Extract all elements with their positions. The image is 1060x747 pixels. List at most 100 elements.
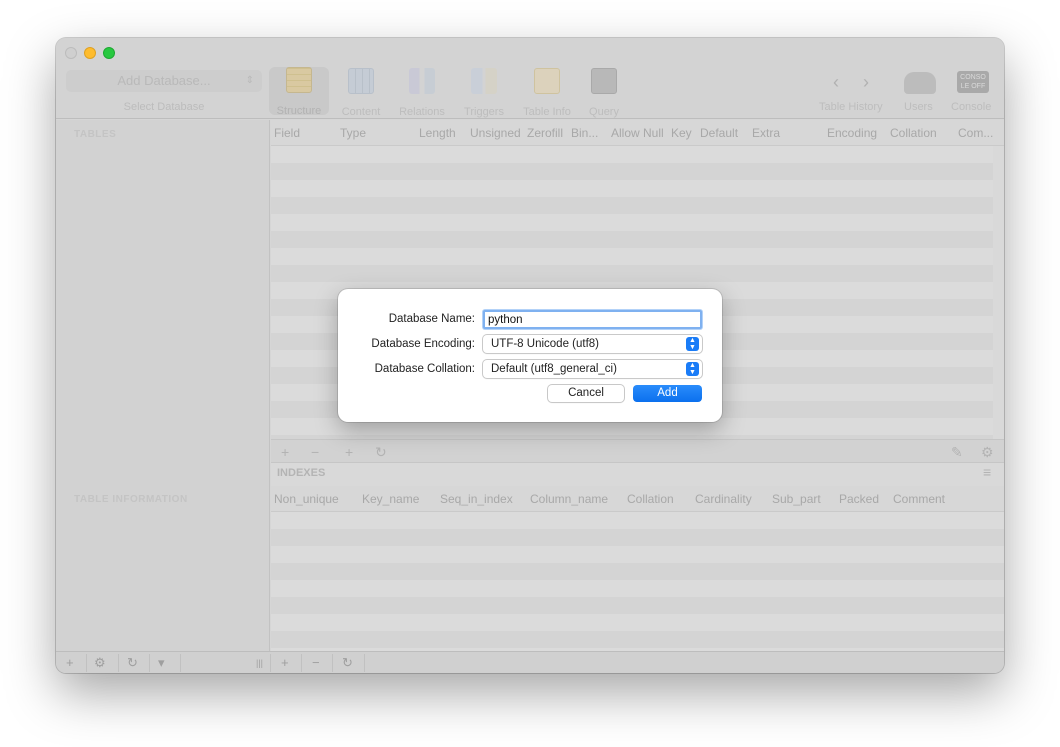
users-icon[interactable] (904, 72, 936, 94)
column-header[interactable]: Unsigned (470, 126, 521, 140)
zoom-window-button[interactable] (103, 47, 115, 59)
divider (301, 654, 302, 672)
pencil-icon[interactable]: ✎ (951, 444, 963, 461)
database-encoding-select[interactable]: UTF-8 Unicode (utf8) ▲ ▼ (483, 335, 702, 353)
column-header[interactable]: Type (340, 126, 366, 140)
toolbar: Add Database... ⇕ Select Database Struct… (56, 38, 1004, 119)
divider (364, 654, 365, 672)
database-name-input[interactable] (483, 310, 702, 329)
structure-icon (286, 67, 312, 93)
toolbar-table-info-label: Table Info (523, 106, 571, 118)
column-header[interactable]: Com... (958, 126, 993, 140)
column-header[interactable]: Extra (752, 126, 780, 140)
toolbar-table-info-button[interactable]: Table Info (517, 68, 577, 118)
database-select[interactable]: Add Database... ⇕ (66, 70, 262, 92)
cancel-button[interactable]: Cancel (548, 385, 624, 402)
index-column-header[interactable]: Comment (893, 492, 945, 506)
column-header[interactable]: Bin... (571, 126, 598, 140)
toolbar-query-label: Query (589, 106, 619, 118)
indexes-header: INDEXES (277, 467, 326, 479)
index-column-header[interactable]: Cardinality (695, 492, 752, 506)
structure-grid-footer: + − + ↻ ✎ ⚙ (271, 439, 1004, 463)
index-column-header[interactable]: Column_name (530, 492, 608, 506)
table-history-label: Table History (819, 101, 883, 113)
index-column-header[interactable]: Non_unique (274, 492, 339, 506)
toolbar-triggers-button[interactable]: Triggers (454, 68, 514, 118)
relations-icon (409, 68, 435, 94)
toolbar-content-label: Content (341, 106, 381, 118)
divider (86, 654, 87, 672)
history-forward-button[interactable]: › (863, 72, 869, 93)
index-column-header[interactable]: Seq_in_index (440, 492, 513, 506)
column-header[interactable]: Length (419, 126, 456, 140)
add-field-button[interactable]: + (281, 444, 289, 460)
database-select-caption: Select Database (123, 101, 205, 113)
divider (118, 654, 119, 672)
database-encoding-label: Database Encoding: (371, 338, 475, 350)
index-column-header[interactable]: Key_name (362, 492, 419, 506)
triggers-icon (471, 68, 497, 94)
index-column-header[interactable]: Packed (839, 492, 879, 506)
toolbar-content-button[interactable]: Content (331, 68, 391, 118)
database-collation-label: Database Collation: (374, 363, 475, 375)
toolbar-relations-label: Relations (399, 106, 445, 118)
database-encoding-value: UTF-8 Unicode (utf8) (491, 338, 600, 350)
column-header[interactable]: Key (671, 126, 692, 140)
console-label: Console (951, 101, 992, 113)
database-name-label: Database Name: (388, 313, 475, 325)
divider (180, 654, 181, 672)
chevron-updown-icon: ▲ ▼ (686, 337, 699, 351)
menu-icon[interactable]: ≡ (983, 464, 991, 480)
add-database-dialog: Database Name: Database Encoding: UTF-8 … (338, 289, 722, 422)
add-table-button[interactable]: + (66, 655, 74, 670)
column-header[interactable]: Field (274, 126, 300, 140)
split-handle-icon[interactable]: ||| (256, 658, 263, 668)
toolbar-relations-button[interactable]: Relations (392, 68, 452, 118)
query-icon (591, 68, 617, 94)
status-bar: + ⚙ ↻ ▾ ||| + − ↻ (56, 651, 1004, 673)
filter-icon[interactable]: ▾ (158, 655, 165, 671)
toolbar-structure-label: Structure (276, 105, 322, 117)
divider (270, 654, 271, 672)
chevron-updown-icon: ▲ ▼ (686, 362, 699, 376)
database-collation-value: Default (utf8_general_ci) (491, 363, 617, 375)
indexes-grid-rows[interactable] (271, 512, 1004, 651)
history-back-button[interactable]: ‹ (833, 72, 839, 93)
indexes-grid-header: Non_unique Key_name Seq_in_index Column_… (271, 486, 1004, 512)
database-select-value: Add Database... (117, 73, 211, 88)
updown-icon: ⇕ (245, 75, 254, 86)
column-header[interactable]: Zerofill (527, 126, 563, 140)
index-column-header[interactable]: Sub_part (772, 492, 821, 506)
column-header[interactable]: Allow Null (611, 126, 664, 140)
divider (149, 654, 150, 672)
sidebar: TABLES TABLE INFORMATION (56, 120, 270, 651)
console-icon[interactable]: CONSO LE OFF (957, 71, 989, 93)
refresh-icon[interactable]: ↻ (375, 444, 387, 461)
remove-field-button[interactable]: − (311, 444, 319, 460)
table-info-icon (534, 68, 560, 94)
structure-grid-header: Field Type Length Unsigned Zerofill Bin.… (271, 120, 1004, 146)
gear-icon[interactable]: ⚙ (94, 655, 106, 671)
remove-index-button[interactable]: − (312, 655, 320, 670)
divider (332, 654, 333, 672)
add-index-button[interactable]: + (281, 655, 289, 670)
tables-header: TABLES (74, 129, 117, 140)
column-header[interactable]: Encoding (827, 126, 877, 140)
toolbar-query-button[interactable]: Query (574, 68, 634, 118)
refresh-icon[interactable]: ↻ (342, 655, 353, 671)
toolbar-triggers-label: Triggers (464, 106, 504, 118)
minimize-window-button[interactable] (84, 47, 96, 59)
content-icon (348, 68, 374, 94)
close-window-button[interactable] (65, 47, 77, 59)
gear-icon[interactable]: ⚙ (981, 444, 994, 461)
refresh-icon[interactable]: ↻ (127, 655, 138, 671)
database-collation-select[interactable]: Default (utf8_general_ci) ▲ ▼ (483, 360, 702, 378)
table-information-header: TABLE INFORMATION (74, 494, 188, 505)
column-header[interactable]: Default (700, 126, 738, 140)
index-column-header[interactable]: Collation (627, 492, 674, 506)
toolbar-structure-button[interactable]: Structure (269, 67, 329, 117)
duplicate-field-button[interactable]: + (345, 444, 353, 460)
column-header[interactable]: Collation (890, 126, 937, 140)
add-button[interactable]: Add (633, 385, 702, 402)
users-label: Users (904, 101, 933, 113)
